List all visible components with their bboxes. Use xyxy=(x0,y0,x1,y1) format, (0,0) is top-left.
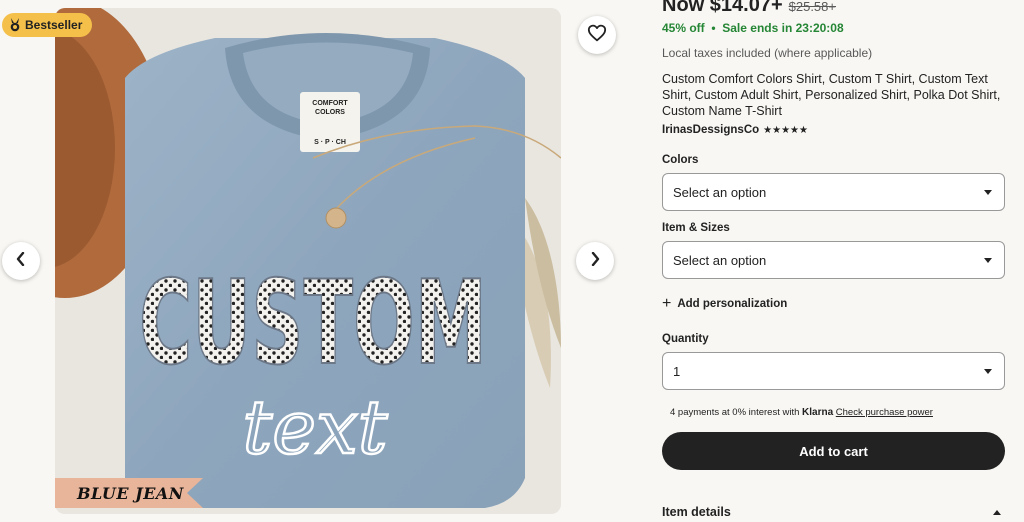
color-tag-label: BLUE JEAN xyxy=(55,478,203,508)
sizes-select-value: Select an option xyxy=(673,252,767,268)
current-price: Now $14.07+ xyxy=(662,0,783,16)
klarna-text: 4 payments at 0% interest with xyxy=(670,407,800,418)
item-details-toggle[interactable]: Item details xyxy=(662,505,1005,519)
price-row: Now $14.07+ $25.58+ xyxy=(662,0,836,17)
svg-text:text: text xyxy=(242,385,387,471)
caret-up-icon xyxy=(993,509,1001,515)
colors-select-value: Select an option xyxy=(673,184,767,200)
sizes-select[interactable]: Select an option xyxy=(662,241,1005,279)
sale-info: 45% off • Sale ends in 23:20:08 xyxy=(662,21,844,35)
listing-page: COMFORT COLORS S · P · CH CUSTOM text Be… xyxy=(0,0,1024,522)
add-personalization-label: Add personalization xyxy=(677,298,788,310)
plus-icon: + xyxy=(662,295,672,312)
original-price: $25.58+ xyxy=(788,0,836,14)
colors-select[interactable]: Select an option xyxy=(662,173,1005,211)
favorite-button[interactable] xyxy=(578,16,616,54)
taxes-note: Local taxes included (where applicable) xyxy=(662,46,873,60)
svg-text:COLORS: COLORS xyxy=(315,109,345,116)
quantity-select[interactable]: 1 xyxy=(662,352,1005,390)
caret-down-icon xyxy=(984,257,992,263)
klarna-link[interactable]: Check purchase power xyxy=(836,407,933,418)
bestseller-badge: Bestseller xyxy=(2,13,93,37)
shop-info: IrinasDessignsCo ★★★★★ xyxy=(662,124,808,136)
separator-dot: • xyxy=(708,21,719,35)
bestseller-label: Bestseller xyxy=(25,18,83,32)
svg-text:COMFORT: COMFORT xyxy=(312,100,348,107)
svg-text:S · P · CH: S · P · CH xyxy=(314,139,346,146)
listing-title: Custom Comfort Colors Shirt, Custom T Sh… xyxy=(662,72,1001,118)
previous-image-button[interactable] xyxy=(2,242,40,280)
chevron-right-icon xyxy=(589,251,601,271)
caret-down-icon xyxy=(984,189,992,195)
quantity-select-value: 1 xyxy=(673,363,681,379)
product-photo[interactable]: COMFORT COLORS S · P · CH CUSTOM text xyxy=(55,8,561,514)
discount-percent: 45% off xyxy=(662,21,705,35)
shop-name-link[interactable]: IrinasDessignsCo xyxy=(662,124,759,136)
sizes-label: Item & Sizes xyxy=(662,222,730,234)
sale-countdown: Sale ends in 23:20:08 xyxy=(722,21,844,35)
caret-down-icon xyxy=(984,368,992,374)
add-to-cart-button[interactable]: Add to cart xyxy=(662,432,1005,470)
quantity-label: Quantity xyxy=(662,333,709,345)
star-rating: ★★★★★ xyxy=(763,124,808,136)
medal-icon xyxy=(9,18,21,32)
heart-icon xyxy=(587,24,607,47)
colors-label: Colors xyxy=(662,154,699,166)
klarna-brand: Klarna xyxy=(802,407,834,418)
add-personalization-button[interactable]: + Add personalization xyxy=(662,295,788,312)
image-gallery: COMFORT COLORS S · P · CH CUSTOM text Be… xyxy=(0,0,640,522)
item-details-label: Item details xyxy=(662,505,731,519)
klarna-message: 4 payments at 0% interest with Klarna Ch… xyxy=(670,407,933,418)
product-image: COMFORT COLORS S · P · CH CUSTOM text xyxy=(55,8,561,514)
color-tag-text: BLUE JEAN xyxy=(77,484,184,503)
chevron-left-icon xyxy=(15,251,27,271)
svg-text:CUSTOM: CUSTOM xyxy=(139,256,487,391)
next-image-button[interactable] xyxy=(576,242,614,280)
